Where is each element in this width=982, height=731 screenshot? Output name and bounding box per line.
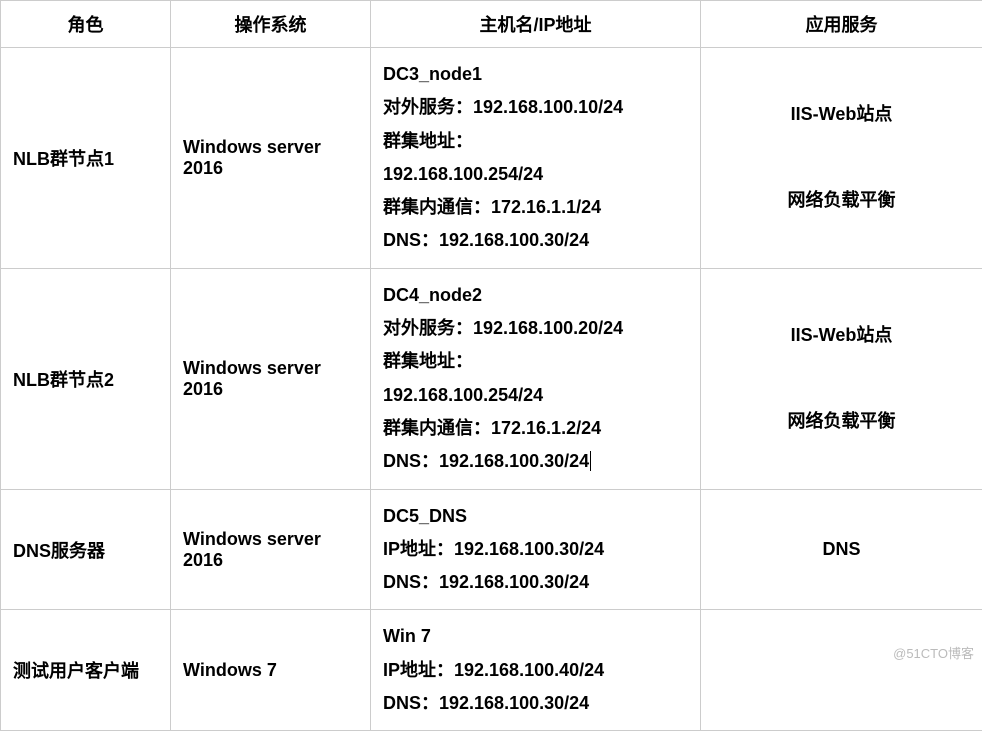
host-line: 群集地址：: [383, 125, 688, 158]
cell-app: IIS-Web站点 网络负载平衡: [701, 48, 982, 269]
host-line: 192.168.100.254/24: [383, 379, 688, 412]
app-line: DNS: [713, 528, 970, 571]
host-line: 群集内通信：172.16.1.2/24: [383, 412, 688, 445]
host-line: DNS：192.168.100.30/24: [383, 224, 688, 257]
app-line: 网络负载平衡: [713, 400, 970, 443]
col-app: 应用服务: [701, 1, 982, 48]
app-line: 网络负载平衡: [713, 179, 970, 222]
col-os: 操作系统: [171, 1, 371, 48]
cell-os: Windows server 2016: [171, 268, 371, 489]
host-line: 192.168.100.254/24: [383, 158, 688, 191]
config-table: 角色 操作系统 主机名/IP地址 应用服务 NLB群节点1 Windows se…: [0, 0, 982, 731]
cell-role: DNS服务器: [1, 489, 171, 610]
col-role: 角色: [1, 1, 171, 48]
app-line: [713, 136, 970, 179]
table-row: NLB群节点2 Windows server 2016 DC4_node2 对外…: [1, 268, 982, 489]
host-line: IP地址：192.168.100.30/24: [383, 533, 688, 566]
app-line: [713, 357, 970, 400]
cell-os: Windows 7: [171, 610, 371, 731]
table-row: 测试用户客户端 Windows 7 Win 7 IP地址：192.168.100…: [1, 610, 982, 731]
app-line: IIS-Web站点: [713, 93, 970, 136]
watermark-text: @51CTO博客: [893, 643, 974, 662]
text-cursor-icon: [590, 451, 591, 471]
host-line: DNS：192.168.100.30/24: [383, 445, 688, 478]
cell-host: DC4_node2 对外服务：192.168.100.20/24 群集地址： 1…: [371, 268, 701, 489]
cell-role: 测试用户客户端: [1, 610, 171, 731]
host-line: DNS：192.168.100.30/24: [383, 566, 688, 599]
host-line: 对外服务：192.168.100.10/24: [383, 91, 688, 124]
host-line: IP地址：192.168.100.40/24: [383, 654, 688, 687]
cell-role: NLB群节点2: [1, 268, 171, 489]
cell-os: Windows server 2016: [171, 48, 371, 269]
host-line: DC5_DNS: [383, 500, 688, 533]
host-line: DNS：192.168.100.30/24: [383, 687, 688, 720]
host-line: 群集地址：: [383, 345, 688, 378]
host-line: Win 7: [383, 620, 688, 653]
cell-host: DC5_DNS IP地址：192.168.100.30/24 DNS：192.1…: [371, 489, 701, 610]
table-header-row: 角色 操作系统 主机名/IP地址 应用服务: [1, 1, 982, 48]
table-row: DNS服务器 Windows server 2016 DC5_DNS IP地址：…: [1, 489, 982, 610]
cell-app: DNS: [701, 489, 982, 610]
cell-role: NLB群节点1: [1, 48, 171, 269]
col-host: 主机名/IP地址: [371, 1, 701, 48]
host-line: 对外服务：192.168.100.20/24: [383, 312, 688, 345]
host-line: 群集内通信：172.16.1.1/24: [383, 191, 688, 224]
table-row: NLB群节点1 Windows server 2016 DC3_node1 对外…: [1, 48, 982, 269]
cell-host: Win 7 IP地址：192.168.100.40/24 DNS：192.168…: [371, 610, 701, 731]
cell-host: DC3_node1 对外服务：192.168.100.10/24 群集地址： 1…: [371, 48, 701, 269]
host-line: DC4_node2: [383, 279, 688, 312]
host-line: DC3_node1: [383, 58, 688, 91]
cell-os: Windows server 2016: [171, 489, 371, 610]
cell-app: [701, 610, 982, 731]
app-line: IIS-Web站点: [713, 314, 970, 357]
cell-app: IIS-Web站点 网络负载平衡: [701, 268, 982, 489]
host-text: DNS：192.168.100.30/24: [383, 451, 589, 471]
